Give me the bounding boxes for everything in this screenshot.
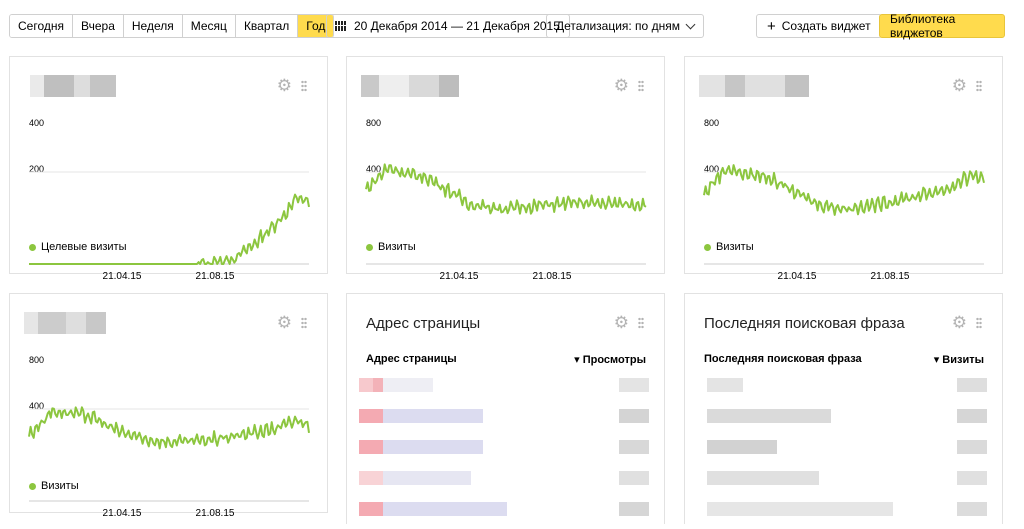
chevron-down-icon <box>685 19 696 29</box>
widget-title: Адрес страницы <box>366 315 481 332</box>
table-row[interactable] <box>695 436 1002 467</box>
widget-title-blurred <box>22 75 182 97</box>
drag-handle-icon[interactable] <box>638 317 644 329</box>
drag-handle-icon[interactable] <box>301 317 307 329</box>
widget-visits-3: ⚙ 800 400 21.04.15 21.08.15 Визиты <box>9 293 328 519</box>
table-row[interactable] <box>695 374 1002 405</box>
legend-label: Целевые визиты <box>41 241 127 253</box>
gear-icon[interactable]: ⚙ <box>614 77 629 94</box>
line-chart: 800 400 21.04.15 21.08.15 <box>365 118 647 282</box>
widget-page-address: Адрес страницы ⚙ Адрес страницы ▾ Просмо… <box>346 293 665 524</box>
gear-icon[interactable]: ⚙ <box>277 77 292 94</box>
series-line <box>28 406 310 450</box>
calendar-icon <box>335 21 347 31</box>
gear-icon[interactable]: ⚙ <box>277 314 292 331</box>
drag-handle-icon[interactable] <box>976 317 982 329</box>
period-selector: Сегодня Вчера Неделя Месяц Квартал Год <box>9 14 335 38</box>
widget-title-blurred <box>22 312 182 334</box>
gear-icon[interactable]: ⚙ <box>952 314 967 331</box>
period-yesterday-button[interactable]: Вчера <box>73 15 124 37</box>
series-line <box>29 193 310 265</box>
drag-handle-icon[interactable] <box>301 80 307 92</box>
table-row[interactable] <box>357 498 664 529</box>
y-tick-label: 800 <box>704 118 719 128</box>
widget-tools: ⚙ <box>952 77 982 94</box>
chart-legend[interactable]: Визиты <box>366 241 416 253</box>
widget-last-search-phrase: Последняя поисковая фраза ⚙ Последняя по… <box>684 293 1003 524</box>
y-tick-label: 800 <box>29 355 44 365</box>
period-quarter-button[interactable]: Квартал <box>235 15 299 37</box>
date-range-label: 20 Декабря 2014 — 21 Декабря 2015 <box>354 19 560 33</box>
chart-legend[interactable]: Визиты <box>29 480 79 492</box>
x-tick-label: 21.08.15 <box>533 271 572 282</box>
y-tick-label: 800 <box>366 118 381 128</box>
drag-handle-icon[interactable] <box>976 80 982 92</box>
table-row[interactable] <box>357 467 664 498</box>
period-today-button[interactable]: Сегодня <box>10 15 73 37</box>
x-tick-label: 21.04.15 <box>103 508 142 519</box>
legend-dot-icon <box>366 243 373 251</box>
gear-icon[interactable]: ⚙ <box>614 314 629 331</box>
y-tick-label: 400 <box>29 118 44 128</box>
widget-tools: ⚙ <box>614 314 644 331</box>
widget-tools: ⚙ <box>277 77 307 94</box>
widget-title: Последняя поисковая фраза <box>704 315 905 332</box>
x-tick-label: 21.08.15 <box>871 271 910 282</box>
legend-label: Визиты <box>378 241 416 253</box>
column-header-metric[interactable]: ▾ Просмотры <box>574 353 646 366</box>
drag-handle-icon[interactable] <box>638 80 644 92</box>
column-header-metric[interactable]: ▾ Визиты <box>934 353 984 366</box>
line-chart: 800 400 21.04.15 21.08.15 <box>28 355 310 519</box>
series-line <box>703 164 985 216</box>
widget-visits-1: ⚙ 800 400 21.04.15 21.08.15 Визиты <box>346 56 665 282</box>
table-row[interactable] <box>357 405 664 436</box>
widget-title-blurred <box>359 75 519 97</box>
date-range-picker[interactable]: 20 Декабря 2014 — 21 Декабря 2015 <box>326 14 570 38</box>
widget-title-blurred <box>697 75 857 97</box>
legend-dot-icon <box>29 482 36 490</box>
table-row[interactable] <box>357 374 664 405</box>
legend-dot-icon <box>704 243 711 251</box>
line-chart: 800 400 21.04.15 21.08.15 <box>703 118 985 282</box>
chart-legend[interactable]: Визиты <box>704 241 754 253</box>
column-header-dimension[interactable]: Последняя поисковая фраза <box>704 353 862 365</box>
x-tick-label: 21.08.15 <box>196 271 235 282</box>
widget-tools: ⚙ <box>277 314 307 331</box>
period-week-button[interactable]: Неделя <box>123 15 183 37</box>
legend-dot-icon <box>29 243 36 251</box>
x-tick-label: 21.04.15 <box>103 271 142 282</box>
widget-tools: ⚙ <box>614 77 644 94</box>
create-widget-label: Создать виджет <box>781 19 871 33</box>
column-header-dimension[interactable]: Адрес страницы <box>366 353 457 365</box>
gear-icon[interactable]: ⚙ <box>952 77 967 94</box>
detail-select[interactable]: Детализация: по дням <box>546 14 704 38</box>
toolbar: Сегодня Вчера Неделя Месяц Квартал Год 2… <box>9 12 1005 40</box>
widget-goal-visits: ⚙ 400 200 21.04.15 21.08.15 Целевые визи… <box>9 56 328 282</box>
chart-legend[interactable]: Целевые визиты <box>29 241 126 253</box>
table-row[interactable] <box>695 467 1002 498</box>
widget-visits-2: ⚙ 800 400 21.04.15 21.08.15 Визиты <box>684 56 1003 282</box>
widget-library-button[interactable]: Библиотека виджетов <box>879 12 1005 40</box>
table-row[interactable] <box>695 498 1002 529</box>
legend-label: Визиты <box>41 480 79 492</box>
detail-select-label: Детализация: по дням <box>556 19 680 33</box>
x-tick-label: 21.04.15 <box>778 271 817 282</box>
table-body <box>695 374 1002 529</box>
table-row[interactable] <box>357 436 664 467</box>
x-tick-label: 21.04.15 <box>440 271 479 282</box>
create-widget-button[interactable]: + Создать виджет <box>756 14 882 38</box>
period-month-button[interactable]: Месяц <box>182 15 236 37</box>
x-tick-label: 21.08.15 <box>196 508 235 519</box>
legend-label: Визиты <box>716 241 754 253</box>
plus-icon: + <box>767 17 776 35</box>
widget-tools: ⚙ <box>952 314 982 331</box>
table-body <box>357 374 664 529</box>
line-chart: 400 200 21.04.15 21.08.15 <box>29 118 310 282</box>
table-row[interactable] <box>695 405 1002 436</box>
